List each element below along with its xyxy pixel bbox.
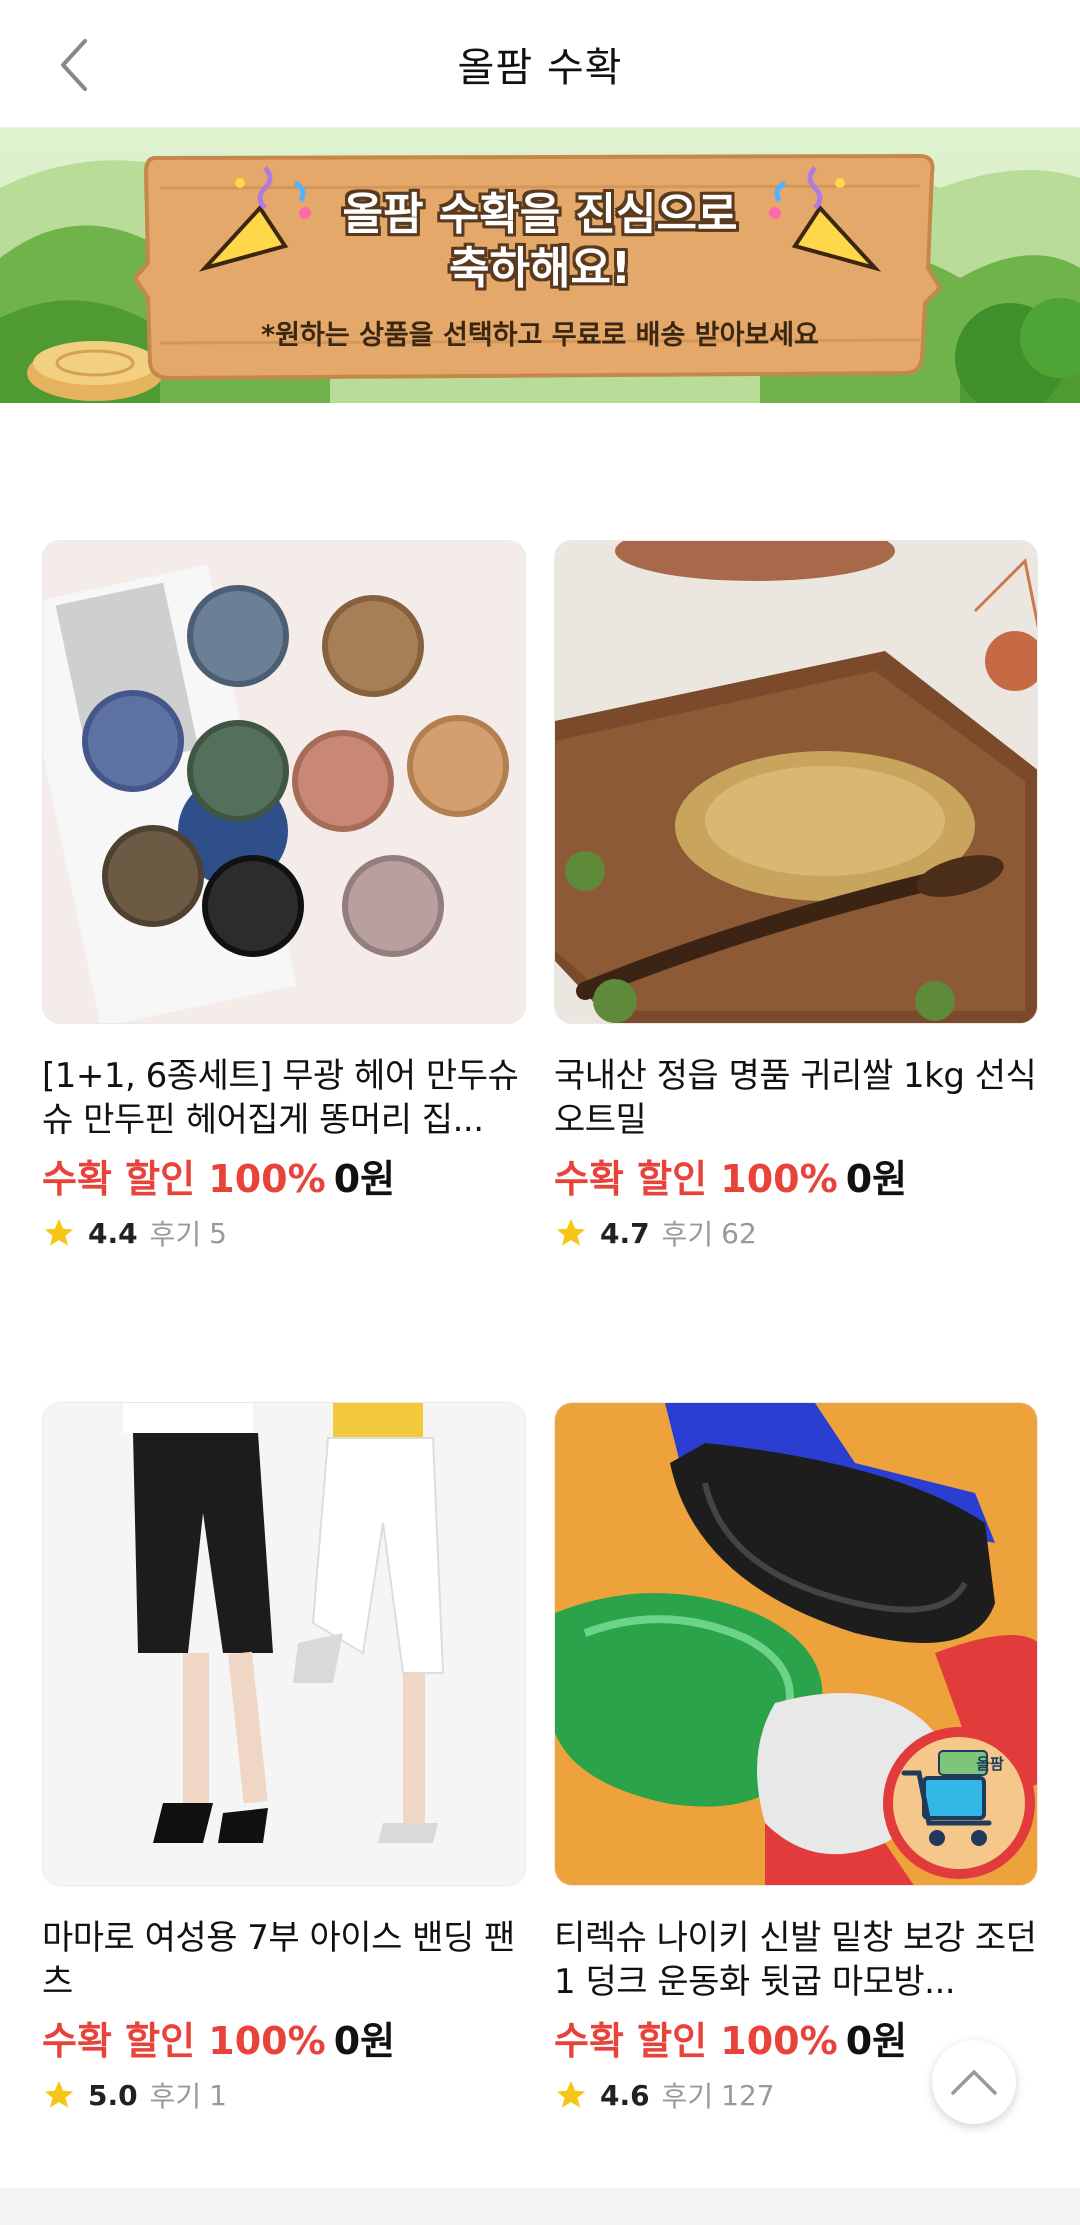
discount-label: 수확 할인 100% [554, 2019, 838, 2063]
page-title: 올팜 수확 [457, 44, 623, 91]
badge-text: 올팜 [976, 1755, 1004, 1773]
rating-value: 5.0 [88, 2078, 138, 2112]
product-name[interactable]: 국내산 정읍 명품 귀리쌀 1kg 선식 오트밀 [554, 1054, 1038, 1142]
banner-subtitle: *원하는 상품을 선택하고 무료로 배송 받아보세요 [261, 320, 819, 351]
product-card[interactable]: 국내산 정읍 명품 귀리쌀 1kg 선식 오트밀 수확 할인 100% 0원 4.… [554, 540, 1038, 1253]
review-count: 62 [721, 1216, 757, 1250]
product-card[interactable]: 마마로 여성용 7부 아이스 밴딩 팬츠 수확 할인 100% 0원 5.0 후기… [42, 1402, 526, 2115]
rating-value: 4.6 [600, 2078, 650, 2112]
discount-label: 수확 할인 100% [554, 1157, 838, 1201]
price: 0원 [333, 2019, 396, 2063]
product-image-cropped-pants[interactable] [42, 1402, 526, 1886]
review-label: 후기 [149, 1218, 202, 1251]
star-icon [556, 1218, 586, 1246]
rating-row: 4.7 후기 62 [554, 1213, 1038, 1253]
rating-row: 4.4 후기 5 [42, 1213, 526, 1253]
review-count: 127 [721, 2078, 775, 2112]
back-arrow-icon [61, 39, 87, 91]
banner-title-line1: 올팜 수확을 진심으로 [342, 189, 738, 240]
discount-label: 수확 할인 100% [42, 1157, 326, 1201]
rating-row: 5.0 후기 1 [42, 2075, 526, 2115]
price: 0원 [845, 2019, 908, 2063]
rating-value: 4.7 [600, 1216, 650, 1250]
app-header: 올팜 수확 [0, 0, 1080, 128]
star-icon [44, 2080, 74, 2108]
product-name[interactable]: 티렉슈 나이키 신발 밑창 보강 조던 1 덩크 운동화 뒷굽 마모방... [554, 1916, 1038, 2004]
product-card[interactable]: [1+1, 6종세트] 무광 헤어 만두슈 슈 만두핀 헤어집게 똥머리 집..… [42, 540, 526, 1253]
star-icon [44, 1218, 74, 1246]
shopping-cart-icon [883, 1727, 1035, 1879]
scroll-top-icon [951, 2070, 997, 2095]
price-row: 수확 할인 100% 0원 [42, 1148, 526, 1203]
price: 0원 [845, 1157, 908, 1201]
review-label: 후기 [149, 2080, 202, 2113]
price-row: 수확 할인 100% 0원 [42, 2010, 526, 2065]
product-card[interactable]: 올팜 티렉슈 나이키 신발 밑창 보강 조던 1 덩크 운동화 뒷굽 마모방..… [554, 1402, 1038, 2115]
discount-label: 수확 할인 100% [42, 2019, 326, 2063]
star-icon [556, 2080, 586, 2108]
review-count: 1 [209, 2078, 227, 2112]
product-name[interactable]: 마마로 여성용 7부 아이스 밴딩 팬츠 [42, 1916, 526, 2004]
rating-value: 4.4 [88, 1216, 138, 1250]
price-row: 수확 할인 100% 0원 [554, 1148, 1038, 1203]
product-image-oat-rice[interactable] [554, 540, 1038, 1024]
price: 0원 [333, 1157, 396, 1201]
celebration-banner: 올팜 수확을 진심으로 축하해요! *원하는 상품을 선택하고 무료로 배송 받… [0, 128, 1080, 403]
review-label: 후기 [661, 2080, 714, 2113]
review-label: 후기 [661, 1218, 714, 1251]
scroll-top-button[interactable] [932, 2040, 1016, 2124]
review-count: 5 [209, 1216, 227, 1250]
banner-title-line2: 축하해요! [449, 243, 631, 294]
harvest-page: 올팜 수확 올팜 수확을 진심으로 축하해요! *원하는 상품을 선택하고 무료… [0, 0, 1080, 2225]
bottom-divider [0, 2188, 1080, 2225]
product-image-sneaker-soles[interactable]: 올팜 [554, 1402, 1038, 1886]
product-name[interactable]: [1+1, 6종세트] 무광 헤어 만두슈 슈 만두핀 헤어집게 똥머리 집..… [42, 1054, 526, 1142]
product-image-hair-bun-clips[interactable] [42, 540, 526, 1024]
back-button[interactable] [40, 30, 110, 100]
